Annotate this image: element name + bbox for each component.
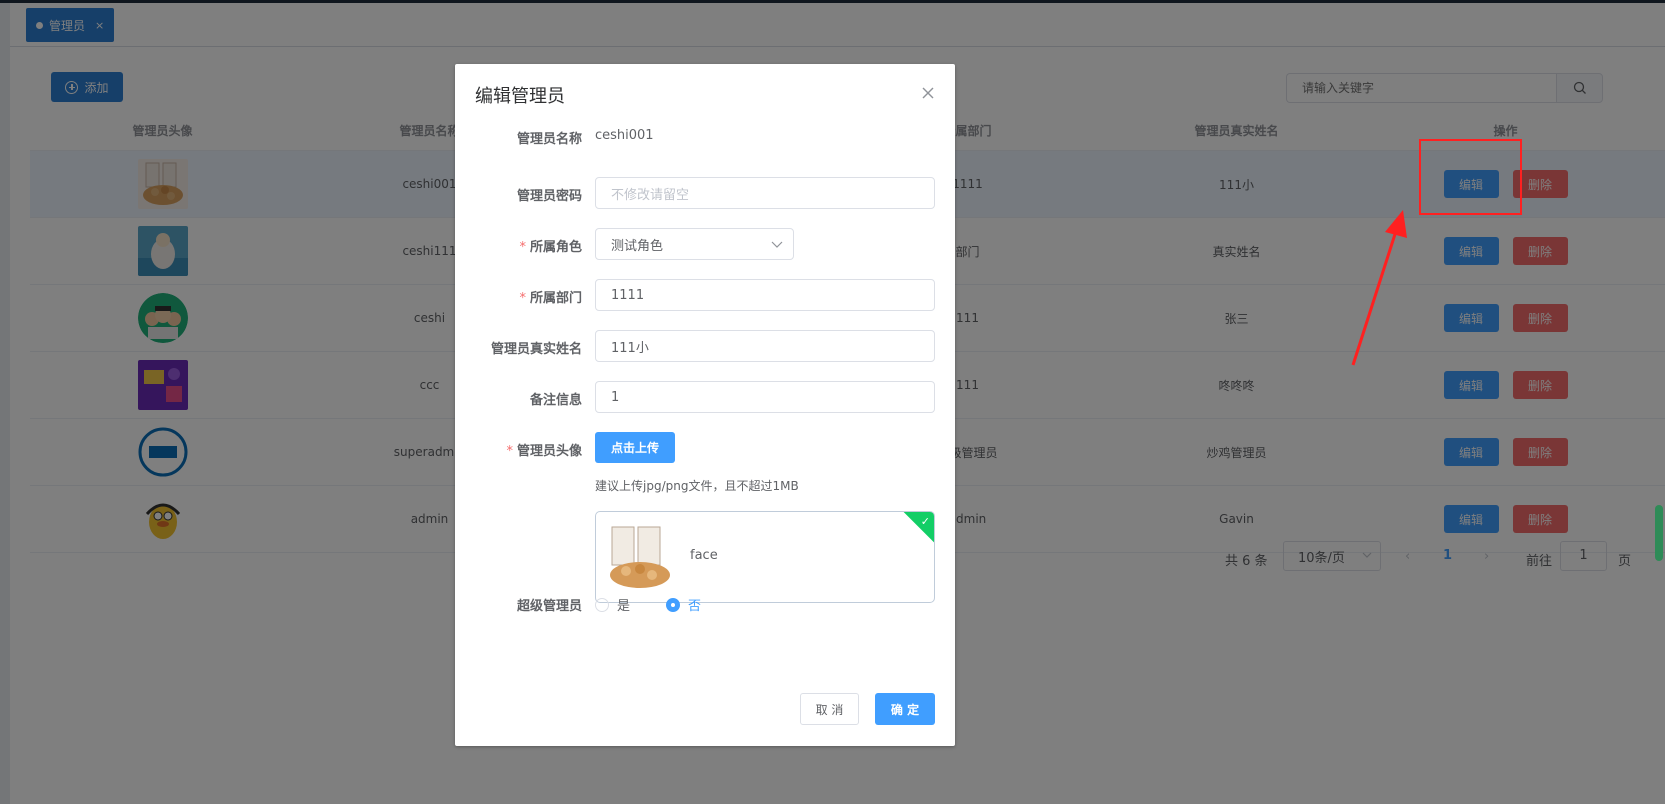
required-mark: *: [519, 240, 526, 255]
role-label-wrap: * 所属角色: [455, 236, 582, 255]
radio-super-yes[interactable]: 是: [595, 595, 630, 614]
required-mark: *: [519, 291, 526, 306]
uploaded-file-card[interactable]: face ✓: [595, 511, 935, 603]
upload-tip: 建议上传jpg/png文件，且不超过1MB: [595, 479, 799, 493]
radio-circle-icon: [595, 597, 609, 612]
dept-label: 所属部门: [529, 291, 582, 306]
close-icon[interactable]: [921, 86, 935, 100]
edit-admin-dialog: 编辑管理员 管理员名称 ceshi001 管理员密码 不修改请留空 * 所属角色 …: [455, 64, 955, 746]
upload-success-badge: [902, 512, 934, 544]
file-name: face: [690, 548, 718, 563]
note-label: 备注信息: [529, 393, 582, 408]
radio-super-no[interactable]: 否: [666, 595, 701, 614]
cancel-button[interactable]: 取 消: [800, 693, 859, 725]
super-label: 超级管理员: [516, 599, 582, 614]
realname-field[interactable]: 111小: [595, 330, 935, 362]
dept-field[interactable]: 1111: [595, 279, 935, 311]
password-label: 管理员密码: [516, 189, 582, 204]
role-value: 测试角色: [611, 238, 664, 254]
name-label: 管理员名称: [516, 132, 582, 147]
dialog-title: 编辑管理员: [475, 86, 565, 107]
confirm-button[interactable]: 确 定: [875, 693, 935, 725]
file-thumbnail: [606, 523, 676, 593]
role-label: 所属角色: [529, 240, 582, 255]
note-field[interactable]: 1: [595, 381, 935, 413]
check-icon: ✓: [920, 515, 930, 528]
annotation-highlight-box: [1419, 139, 1522, 215]
radio-no-label: 否: [688, 599, 702, 614]
name-value: ceshi001: [595, 128, 654, 143]
avatar-label-wrap: * 管理员头像: [455, 440, 582, 459]
radio-yes-label: 是: [617, 599, 631, 614]
avatar-label: 管理员头像: [516, 444, 582, 459]
upload-button[interactable]: 点击上传: [595, 432, 675, 463]
chevron-down-icon: [771, 241, 783, 248]
required-mark: *: [506, 444, 513, 459]
role-select[interactable]: 测试角色: [595, 228, 794, 260]
password-field[interactable]: 不修改请留空: [595, 177, 935, 209]
scrollbar-thumb[interactable]: [1655, 505, 1663, 561]
realname-label: 管理员真实姓名: [490, 342, 582, 357]
radio-circle-checked-icon: [666, 597, 680, 612]
dept-label-wrap: * 所属部门: [455, 287, 582, 306]
annotation-arrow-icon: [1351, 210, 1407, 366]
